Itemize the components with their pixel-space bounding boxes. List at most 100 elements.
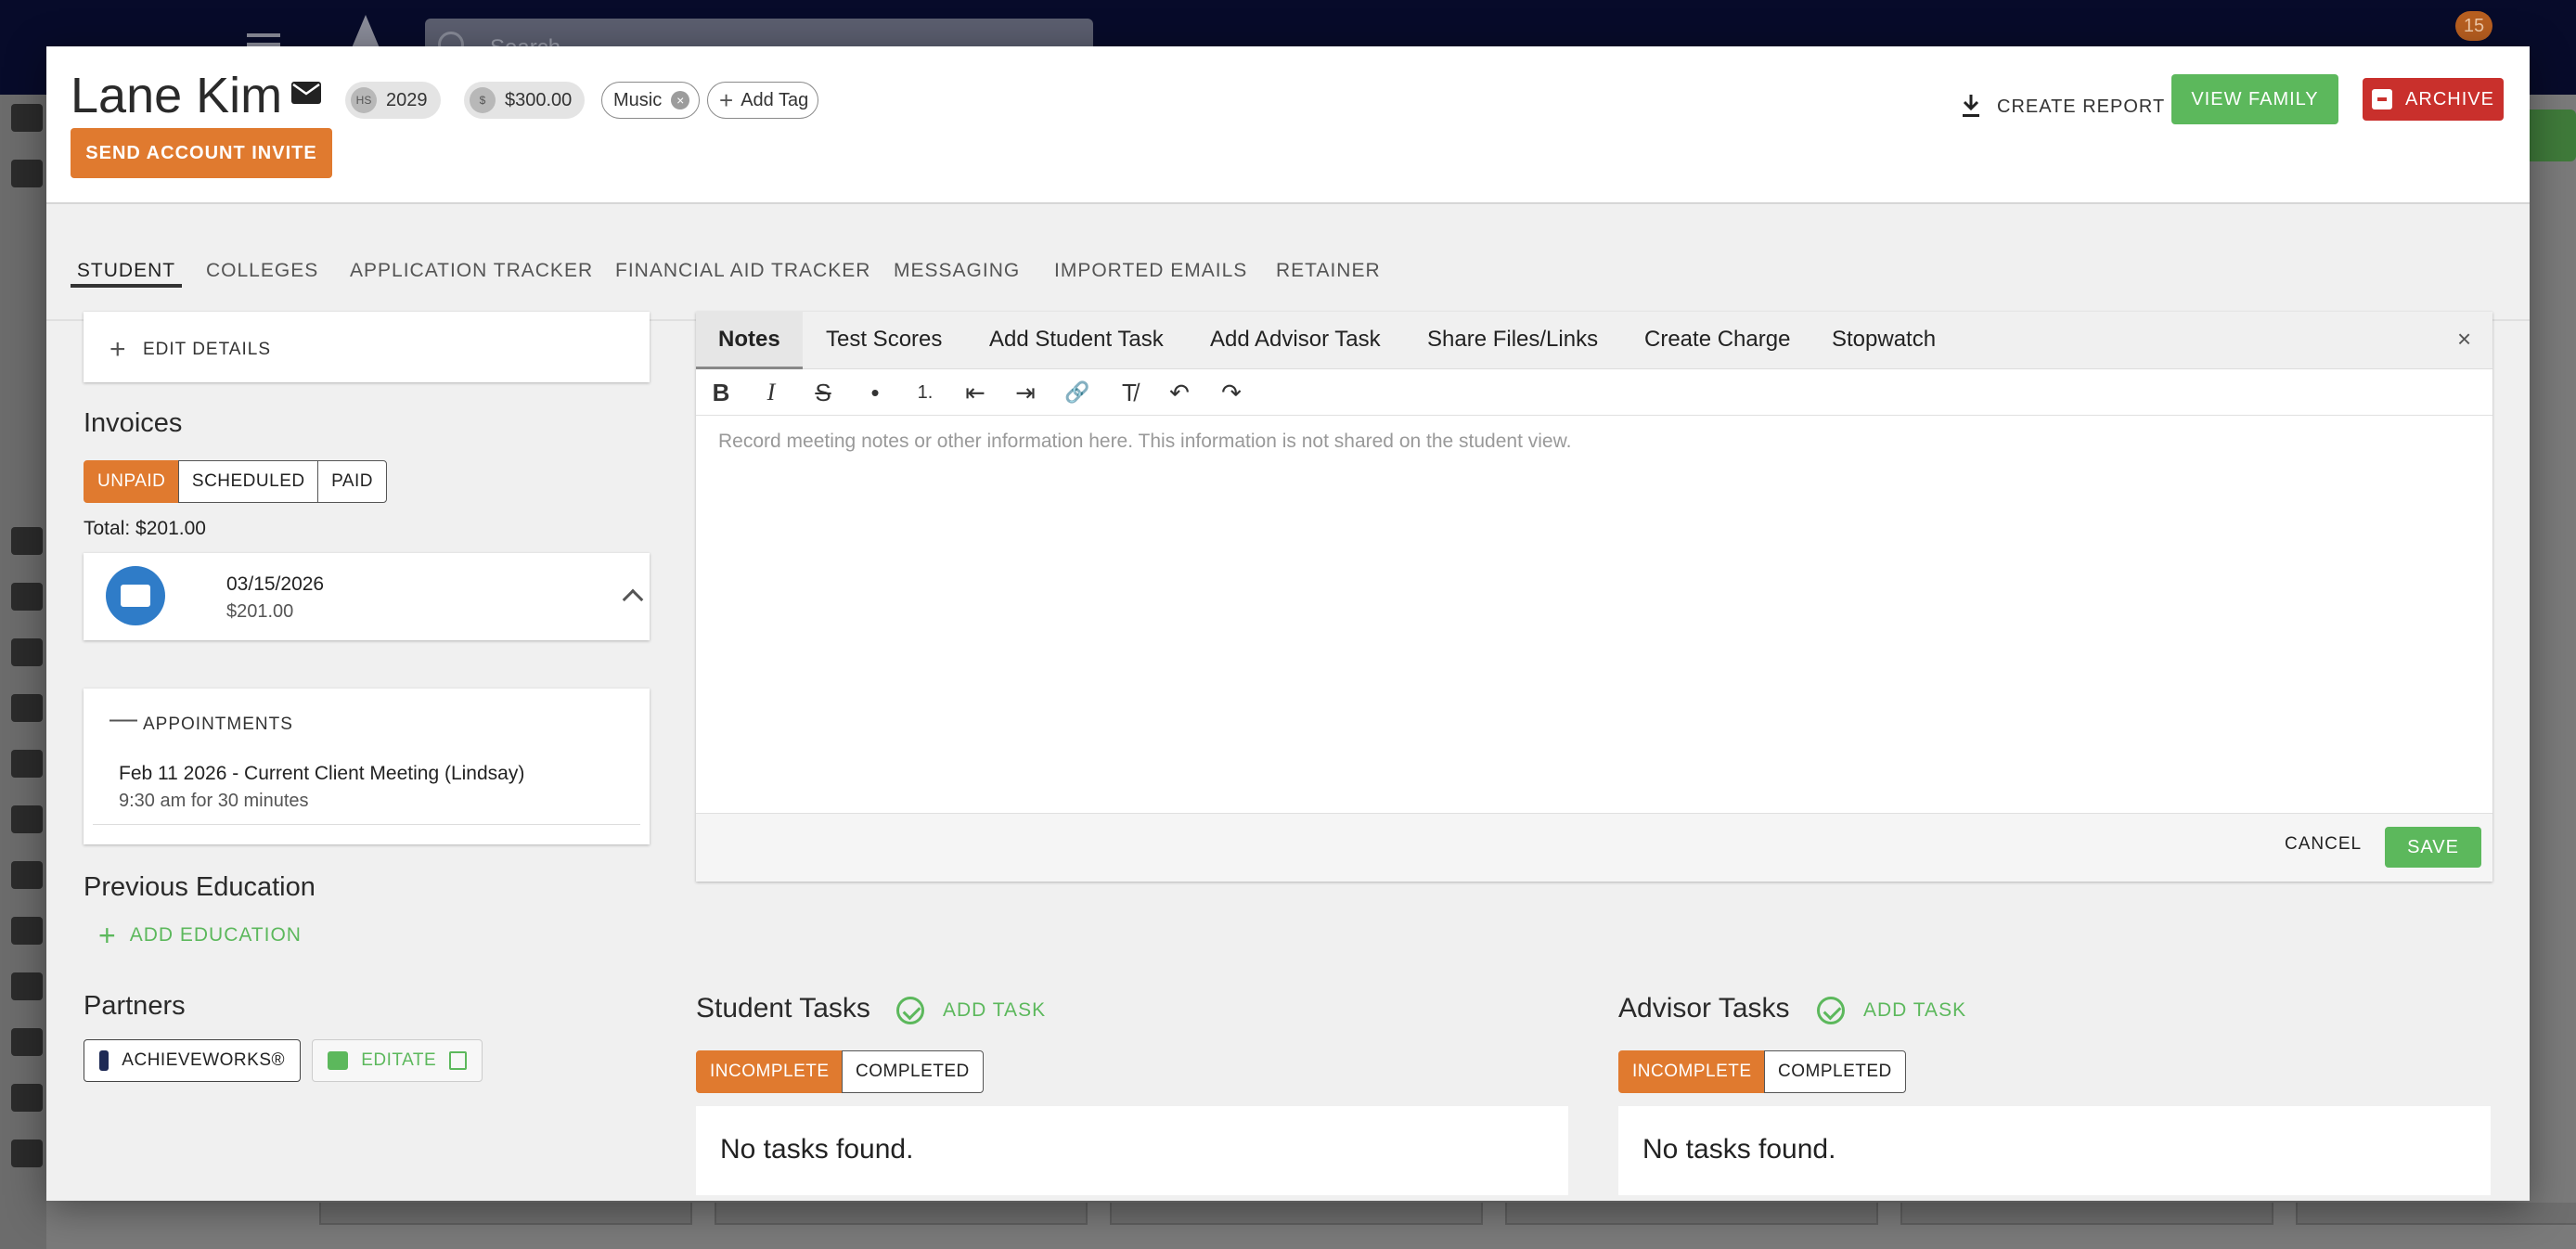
feedback-icon: [11, 1140, 43, 1167]
archive-button[interactable]: ARCHIVE: [2363, 78, 2504, 121]
strikethrough-icon[interactable]: S: [809, 379, 837, 406]
tab-add-student-task[interactable]: Add Student Task: [989, 312, 1164, 369]
invoice-amount: $201.00: [226, 601, 294, 622]
invoice-filter-unpaid[interactable]: UNPAID: [84, 460, 180, 503]
notes-footer: CANCEL SAVE: [696, 813, 2492, 882]
indent-icon[interactable]: ⇥: [1011, 379, 1039, 406]
menu-icon: [247, 33, 280, 37]
advisor-filter-completed[interactable]: COMPLETED: [1764, 1050, 1906, 1093]
add-tag-chip[interactable]: + Add Tag: [707, 82, 819, 119]
dashboard-icon: [11, 104, 43, 132]
send-account-invite-button[interactable]: SEND ACCOUNT INVITE: [71, 128, 332, 178]
previous-education-title: Previous Education: [84, 872, 316, 902]
invoice-sent-icon: [106, 566, 165, 625]
create-report-button[interactable]: CREATE REPORT: [1962, 85, 2165, 128]
student-task-filter: INCOMPLETE COMPLETED: [696, 1050, 984, 1093]
achieveworks-label: ACHIEVEWORKS®: [122, 1050, 285, 1070]
clear-format-icon[interactable]: T̸: [1115, 379, 1143, 406]
cancel-button[interactable]: CANCEL: [2285, 834, 2362, 855]
tab-create-charge[interactable]: Create Charge: [1644, 312, 1790, 369]
tab-colleges[interactable]: COLLEGES: [206, 239, 318, 288]
merge-icon: [11, 861, 43, 889]
save-button[interactable]: SAVE: [2385, 827, 2481, 868]
invoice-filter-scheduled[interactable]: SCHEDULED: [177, 460, 319, 503]
tab-notes[interactable]: Notes: [696, 312, 803, 369]
edit-details-panel[interactable]: + EDIT DETAILS: [84, 312, 650, 382]
student-tasks-empty: No tasks found.: [696, 1106, 1568, 1195]
dollar-icon: [11, 1084, 43, 1112]
columns-icon: [11, 583, 43, 611]
invoice-row[interactable]: 03/15/2026 $201.00: [84, 553, 650, 640]
tab-student[interactable]: STUDENT: [71, 239, 182, 288]
tab-test-scores[interactable]: Test Scores: [826, 312, 942, 369]
email-icon[interactable]: [291, 82, 321, 104]
close-icon[interactable]: ×: [2457, 325, 2471, 354]
link-icon[interactable]: 🔗: [1063, 379, 1091, 406]
student-filter-incomplete[interactable]: INCOMPLETE: [696, 1050, 844, 1093]
modal-header: Lane Kim HS 2029 $ $300.00 Music × + Add…: [46, 46, 2530, 204]
editate-button[interactable]: EDITATE: [312, 1039, 483, 1082]
add-education-button[interactable]: + ADD EDUCATION: [98, 921, 302, 950]
advisor-tasks-empty: No tasks found.: [1618, 1106, 2491, 1195]
balance-chip: $ $300.00: [464, 82, 586, 119]
plus-icon: +: [98, 919, 117, 952]
editor-toolbar: B I S • 1. ⇤ ⇥ 🔗 T̸ ↶ ↷: [696, 369, 2492, 416]
invoice-date: 03/15/2026: [226, 573, 325, 595]
video-icon: [11, 805, 43, 833]
undo-icon[interactable]: ↶: [1166, 379, 1193, 406]
collapse-icon[interactable]: —: [109, 705, 137, 733]
tab-share-files-links[interactable]: Share Files/Links: [1427, 312, 1598, 369]
appointment-title: Feb 11 2026 - Current Client Meeting (Li…: [119, 763, 525, 784]
main-tabs: STUDENT COLLEGES APPLICATION TRACKER FIN…: [46, 206, 2530, 321]
tab-messaging[interactable]: MESSAGING: [894, 239, 1020, 288]
outdent-icon[interactable]: ⇤: [961, 379, 989, 406]
add-task-icon: [896, 997, 924, 1024]
remove-tag-icon[interactable]: ×: [671, 91, 690, 109]
grad-year-chip: HS 2029: [345, 82, 441, 119]
advisor-filter-incomplete[interactable]: INCOMPLETE: [1618, 1050, 1766, 1093]
tab-imported-emails[interactable]: IMPORTED EMAILS: [1054, 239, 1247, 288]
redo-icon[interactable]: ↷: [1217, 379, 1245, 406]
notes-tabs: Notes Test Scores Add Student Task Add A…: [696, 312, 2492, 369]
bullet-list-icon[interactable]: •: [861, 379, 889, 406]
tab-stopwatch[interactable]: Stopwatch: [1832, 312, 1936, 369]
add-student-task-button[interactable]: ADD TASK: [896, 997, 1046, 1024]
invoice-filter-paid[interactable]: PAID: [317, 460, 388, 503]
plus-icon: +: [109, 334, 126, 365]
editate-label: EDITATE: [361, 1050, 437, 1070]
italic-icon[interactable]: I: [757, 379, 785, 406]
chevron-up-icon[interactable]: [622, 588, 644, 611]
edit-comment-icon: [328, 1051, 349, 1070]
view-family-button[interactable]: VIEW FAMILY: [2171, 74, 2338, 124]
archive-icon: [2372, 89, 2393, 109]
tag-chip-music: Music ×: [601, 82, 701, 119]
balance-amount: $300.00: [505, 89, 573, 110]
chart-icon: [99, 1050, 109, 1071]
app-sidebar: [0, 95, 46, 1249]
add-advisor-task-button[interactable]: ADD TASK: [1817, 997, 1966, 1024]
appointment-time: 9:30 am for 30 minutes: [119, 791, 309, 811]
bold-icon[interactable]: B: [707, 379, 735, 406]
appointments-label[interactable]: APPOINTMENTS: [143, 715, 293, 735]
add-tag-label: Add Tag: [741, 89, 809, 110]
divider: [93, 824, 640, 825]
add-task-label: ADD TASK: [943, 999, 1047, 1021]
plus-icon: +: [719, 86, 734, 114]
student-filter-completed[interactable]: COMPLETED: [842, 1050, 984, 1093]
notes-editor[interactable]: Record meeting notes or other informatio…: [718, 431, 1571, 453]
edit-details-label: EDIT DETAILS: [143, 340, 271, 359]
tab-retainer[interactable]: RETAINER: [1276, 239, 1381, 288]
notes-panel: Notes Test Scores Add Student Task Add A…: [696, 312, 2492, 882]
archive-label: ARCHIVE: [2405, 88, 2494, 109]
achieveworks-button[interactable]: ACHIEVEWORKS®: [84, 1039, 301, 1082]
school-chip-icon: HS: [351, 87, 377, 113]
tab-application-tracker[interactable]: APPLICATION TRACKER: [350, 239, 593, 288]
invoices-title: Invoices: [84, 408, 183, 438]
student-tasks-title: Student Tasks: [696, 993, 870, 1024]
tab-financial-aid-tracker[interactable]: FINANCIAL AID TRACKER: [615, 239, 870, 288]
tab-add-advisor-task[interactable]: Add Advisor Task: [1210, 312, 1381, 369]
book-icon: [11, 917, 43, 945]
invoice-filter: UNPAID SCHEDULED PAID: [84, 460, 388, 503]
numbered-list-icon[interactable]: 1.: [911, 379, 939, 406]
dollar-chip-icon: $: [470, 87, 496, 113]
